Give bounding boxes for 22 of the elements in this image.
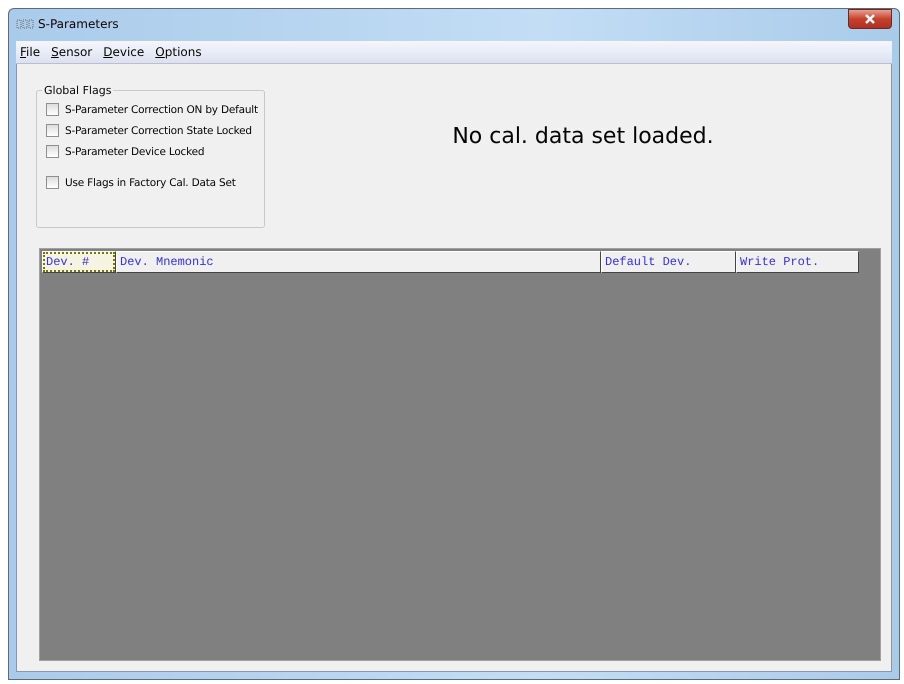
app-icon xyxy=(16,18,34,30)
checkbox[interactable] xyxy=(46,103,59,116)
group-title: Global Flags xyxy=(43,84,112,97)
column-header[interactable]: Dev. Mnemonic xyxy=(116,251,601,273)
checkbox-label: S-Parameter Device Locked xyxy=(65,146,204,158)
checkbox[interactable] xyxy=(46,176,59,189)
column-header[interactable]: Write Prot. xyxy=(736,251,859,273)
status-message: No cal. data set loaded. xyxy=(452,124,714,151)
checkbox-label: S-Parameter Correction State Locked xyxy=(65,124,252,136)
menu-item[interactable]: Device xyxy=(103,45,144,59)
checkbox-label: Use Flags in Factory Cal. Data Set xyxy=(65,176,236,188)
column-header[interactable]: Dev. # xyxy=(42,251,116,273)
menu-item[interactable]: Options xyxy=(155,45,202,59)
menu-item[interactable]: File xyxy=(20,45,40,59)
checkbox[interactable] xyxy=(46,124,59,137)
column-header[interactable]: Default Dev. xyxy=(601,251,736,273)
window-title: S-Parameters xyxy=(38,17,119,31)
checkbox-label: S-Parameter Correction ON by Default xyxy=(65,104,258,116)
menu-item[interactable]: Sensor xyxy=(51,45,92,59)
checkbox[interactable] xyxy=(46,145,59,158)
close-button[interactable] xyxy=(848,9,892,29)
close-icon xyxy=(864,14,876,24)
